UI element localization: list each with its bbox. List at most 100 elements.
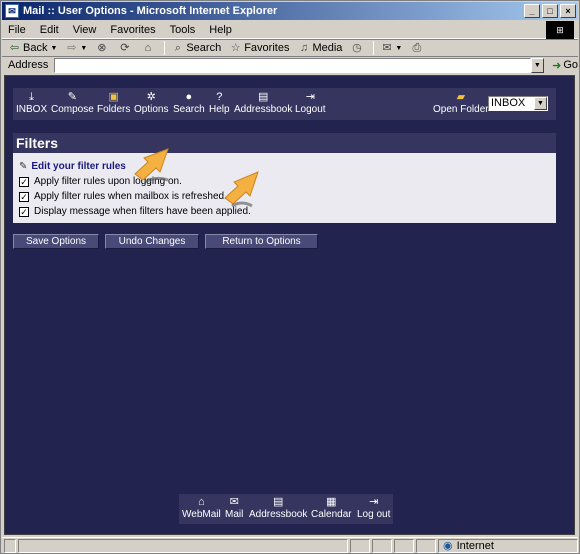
close-button[interactable]: × [560,4,576,18]
menu-favorites[interactable]: Favorites [110,24,155,36]
inbox-icon: ⤓ [29,91,34,103]
history-button[interactable]: ◷ [350,42,365,55]
help-icon: ? [216,91,223,103]
back-dropdown-icon[interactable]: ▼ [50,45,57,52]
nav-options[interactable]: ✲ Options [134,90,168,115]
nav-calendar[interactable]: ▦ Calendar [311,496,352,520]
menu-help[interactable]: Help [209,24,232,36]
filter-option-row: ✓ Display message when filters have been… [19,204,556,219]
menu-file[interactable]: File [8,24,26,36]
menu-edit[interactable]: Edit [40,24,59,36]
calendar-icon: ▦ [326,496,337,508]
bottom-nav: ⌂ WebMail ✉ Mail ▤ Addressbook ▦ Calenda… [179,494,393,524]
back-arrow-icon: ⇦ [9,41,20,54]
media-icon: ♫ [299,41,309,54]
media-button[interactable]: ♫ Media [297,41,343,55]
nav-webmail[interactable]: ⌂ WebMail [182,496,221,520]
go-button[interactable]: ➜ Go [552,59,578,72]
filter-option-label: Display message when filters have been a… [34,206,251,217]
addressbook-icon: ▤ [272,496,284,508]
toolbar-separator [373,41,375,55]
address-dropdown-icon[interactable]: ▼ [530,57,545,73]
home-icon: ⌂ [198,496,205,508]
globe-icon: ◉ [443,540,453,552]
search-icon: ⌕ [174,41,181,54]
address-input[interactable] [54,57,531,73]
apply-on-logon-checkbox[interactable]: ✓ [19,176,29,187]
go-arrow-icon: ➜ [552,59,562,72]
menu-view[interactable]: View [73,24,97,36]
annotation-arrow-icon [134,148,169,184]
mail-icon: ✉ [382,41,392,54]
nav-addressbook[interactable]: ▤ Addressbook [234,90,292,115]
filter-option-label: Apply filter rules when mailbox is refre… [34,191,227,202]
status-page-icon [4,538,16,553]
print-button[interactable]: ⎙ [410,42,425,55]
toolbar-separator [164,41,166,55]
open-folder-button[interactable]: ▰ Open Folder [433,90,489,115]
nav-help[interactable]: ? Help [209,90,230,115]
folders-icon: ▣ [108,91,119,103]
status-bar: ◉ Internet [2,537,578,553]
filter-option-row: ✓ Apply filter rules when mailbox is ref… [19,189,556,204]
refresh-icon: ⟳ [120,41,130,54]
search-button[interactable]: ⌕ Search [171,42,221,55]
edit-filter-rules-link[interactable]: Edit your filter rules [31,161,125,172]
folder-select[interactable]: INBOX ▼ [488,96,548,111]
minimize-button[interactable]: _ [524,4,540,18]
logout-icon: ⇥ [369,496,379,508]
home-button[interactable]: ⌂ [141,42,156,55]
menu-tools[interactable]: Tools [170,24,196,36]
return-to-options-button[interactable]: Return to Options [205,234,318,249]
nav-search[interactable]: ● Search [173,90,205,115]
stop-icon: ⊗ [97,41,107,54]
page-content: ⤓ INBOX ✎ Compose ▣ Folders ✲ Options ● … [4,75,575,535]
status-segment [416,538,436,553]
filters-panel: ✎ Edit your filter rules ✓ Apply filter … [13,153,556,223]
favorites-icon: ☆ [230,41,241,54]
maximize-button[interactable]: □ [542,4,558,18]
chevron-down-icon[interactable]: ▼ [534,97,547,110]
status-zone: ◉ Internet [438,538,578,553]
nav-compose[interactable]: ✎ Compose [51,90,94,115]
edit-filter-rules-row: ✎ Edit your filter rules [19,159,556,174]
nav-logout-bottom[interactable]: ⇥ Log out [357,496,390,520]
refresh-button[interactable]: ⟳ [118,42,133,55]
nav-mail[interactable]: ✉ Mail [225,496,243,520]
print-icon: ⎙ [412,41,422,54]
search-icon: ● [185,91,193,103]
nav-inbox[interactable]: ⤓ INBOX [16,90,47,115]
nav-addressbook-bottom[interactable]: ▤ Addressbook [249,496,307,520]
addressbook-icon: ▤ [257,91,269,103]
nav-folders[interactable]: ▣ Folders [97,90,130,115]
filter-option-row: ✓ Apply filter rules upon logging on. [19,174,556,189]
back-button[interactable]: ⇦ Back ▼ [8,41,58,55]
options-button-row: Save Options Undo Changes Return to Opti… [13,234,318,249]
windows-logo-icon: ⊞ [546,21,574,39]
undo-changes-button[interactable]: Undo Changes [105,234,199,249]
save-options-button[interactable]: Save Options [13,234,99,249]
favorites-button[interactable]: ☆ Favorites [229,41,290,55]
open-folder-icon: ▰ [456,91,466,103]
status-text [18,538,348,553]
mail-dropdown-icon[interactable]: ▼ [395,45,402,52]
browser-toolbar: ⇦ Back ▼ ⇨ ▼ ⊗ ⟳ ⌂ ⌕ Search ☆ Favorites … [2,39,578,57]
logout-icon: ⇥ [305,91,315,103]
forward-button[interactable]: ⇨ ▼ [65,42,87,55]
mail-icon: ✉ [229,496,239,508]
status-segment [350,538,370,553]
filters-title: Filters [13,133,556,153]
annotation-arrow-icon [224,171,259,208]
pencil-icon: ✎ [19,161,28,172]
compose-icon: ✎ [67,91,78,103]
browser-window: ✉ Mail :: User Options - Microsoft Inter… [0,0,580,554]
history-icon: ◷ [352,41,362,54]
forward-dropdown-icon[interactable]: ▼ [80,45,87,52]
stop-button[interactable]: ⊗ [95,42,110,55]
apply-on-refresh-checkbox[interactable]: ✓ [19,191,29,202]
display-message-checkbox[interactable]: ✓ [19,206,29,217]
mail-button[interactable]: ✉ ▼ [380,42,402,55]
nav-logout[interactable]: ⇥ Logout [295,90,326,115]
forward-arrow-icon: ⇨ [67,41,77,54]
status-segment [372,538,392,553]
